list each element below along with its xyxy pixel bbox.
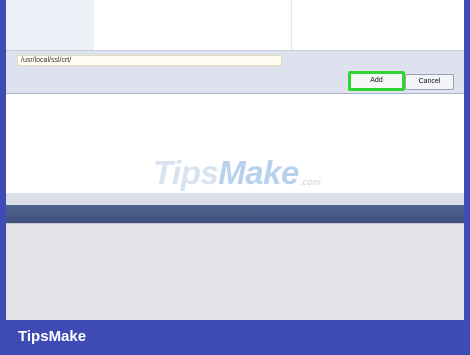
cancel-button[interactable]: Cancel xyxy=(405,74,454,90)
taskbar-strip xyxy=(6,205,464,223)
watermark-logo: TipsMake .com xyxy=(153,156,321,190)
right-pane xyxy=(291,0,464,50)
path-input[interactable] xyxy=(17,55,282,66)
screenshot-frame: Add Cancel TipsMake .com xyxy=(6,0,464,320)
watermark-text: TipsMake xyxy=(153,154,299,191)
left-pane xyxy=(6,0,94,50)
watermark-suffix: .com xyxy=(299,177,321,187)
file-dialog: Add Cancel xyxy=(6,0,464,94)
status-strip xyxy=(6,193,464,205)
dialog-footer: Add Cancel xyxy=(6,50,464,94)
lower-panel xyxy=(6,223,464,320)
brand-label: TipsMake xyxy=(18,328,87,345)
add-button[interactable]: Add xyxy=(348,71,405,91)
